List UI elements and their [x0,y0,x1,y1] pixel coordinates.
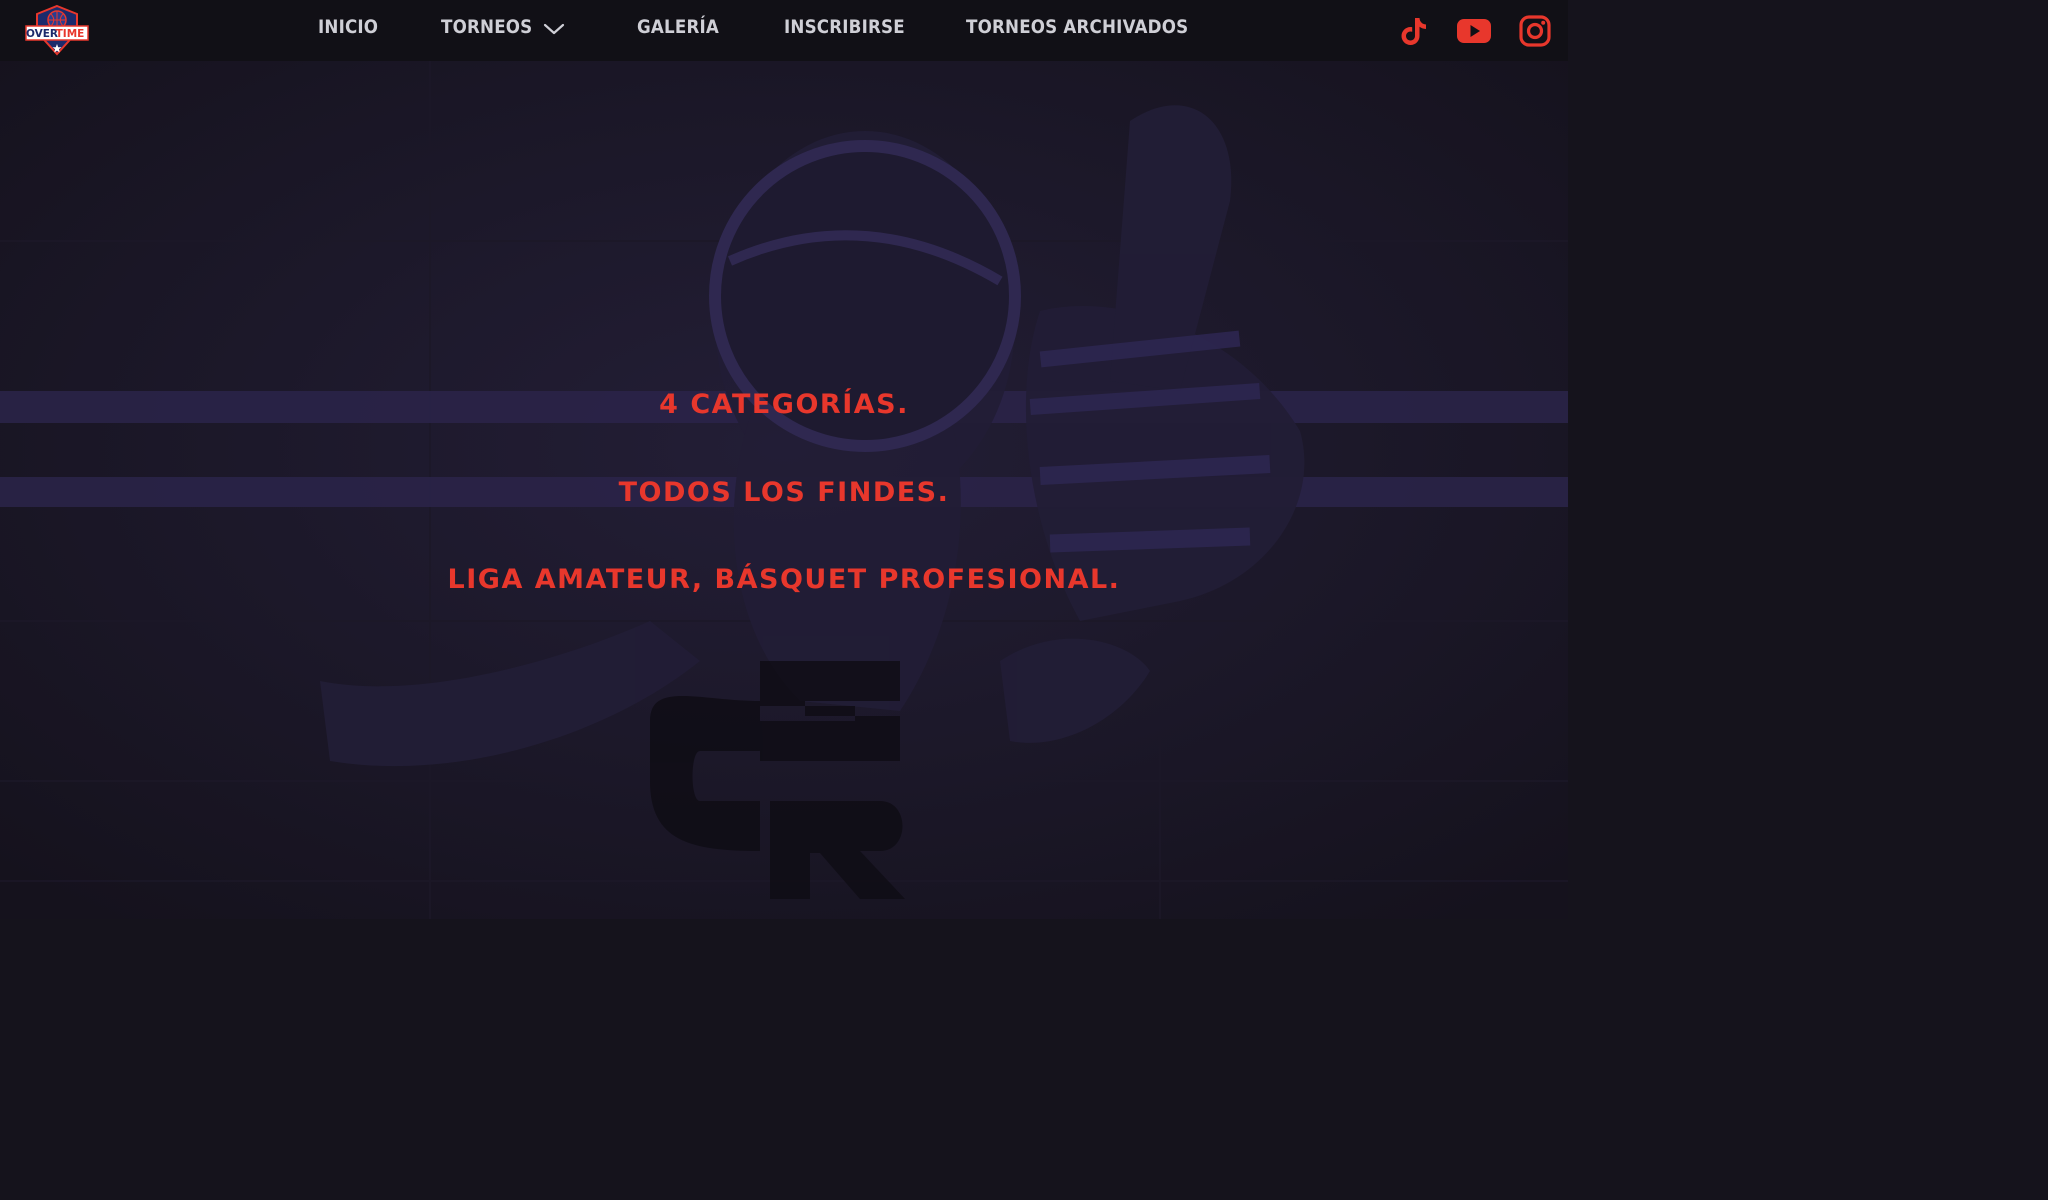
site-header: OVER TIME INICIO TORNEOS GALERÍA INSCRIB… [0,0,1568,61]
youtube-icon[interactable] [1455,14,1493,48]
page: OVER TIME INICIO TORNEOS GALERÍA INSCRIB… [0,0,1568,919]
hero-line-liga: LIGA AMATEUR, BÁSQUET PROFESIONAL. [447,564,1121,595]
main-nav: INICIO TORNEOS GALERÍA INSCRIBIRSE TORNE… [0,0,1568,61]
nav-item-inicio[interactable]: INICIO [318,16,378,38]
tiktok-icon[interactable] [1396,14,1430,48]
nav-item-torneos[interactable]: TORNEOS [441,16,532,38]
hero-line-findes: TODOS LOS FINDES. [618,477,950,508]
instagram-icon[interactable] [1518,14,1552,48]
nav-item-inscribirse[interactable]: INSCRIBIRSE [784,16,905,38]
chevron-down-icon[interactable] [543,22,565,36]
nav-item-galeria[interactable]: GALERÍA [637,16,719,38]
nav-item-torneos-archivados[interactable]: TORNEOS ARCHIVADOS [966,16,1188,38]
hero-section: 4 CATEGORÍAS. TODOS LOS FINDES. LIGA AMA… [0,61,1568,919]
hero-line-categorias: 4 CATEGORÍAS. [659,389,909,420]
